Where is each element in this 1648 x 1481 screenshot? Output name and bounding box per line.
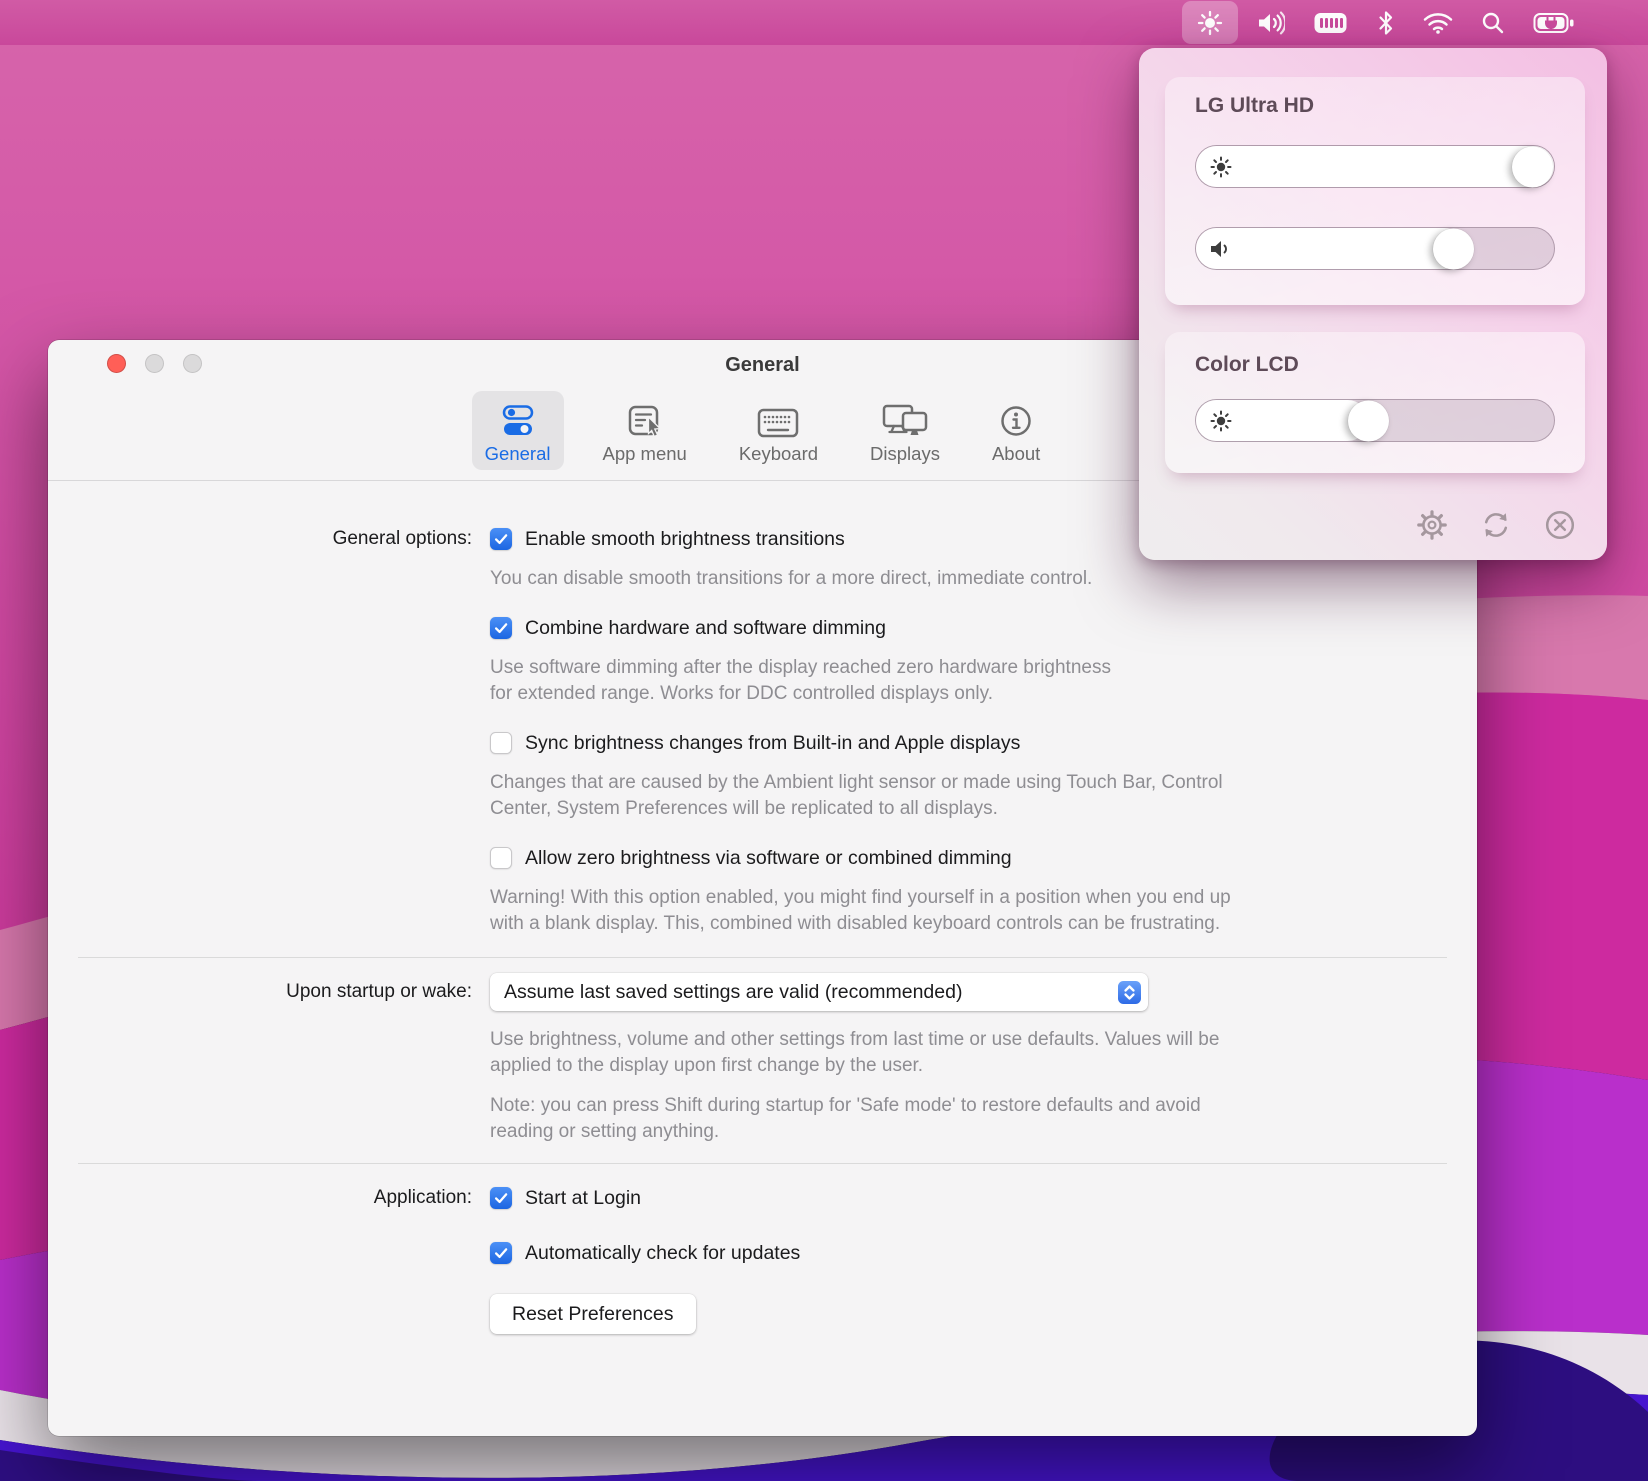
chevron-up-down-icon — [1118, 981, 1141, 1004]
volume-slider[interactable] — [1195, 227, 1555, 270]
brightness-icon — [1209, 155, 1233, 179]
menu-bar-status-items — [1182, 0, 1584, 45]
brightness-slider[interactable] — [1195, 145, 1555, 188]
menubar-spotlight-item[interactable] — [1472, 0, 1514, 45]
menubar-brightness-item[interactable] — [1182, 1, 1238, 44]
tab-label: Displays — [870, 443, 940, 465]
zoom-window-button[interactable] — [183, 354, 202, 373]
tab-displays[interactable]: Displays — [857, 391, 953, 470]
tab-label: Keyboard — [739, 443, 818, 465]
section-general-options: General options: Enable smooth brightnes… — [48, 527, 1477, 937]
section-startup: Upon startup or wake: Assume last saved … — [48, 973, 1477, 1145]
tab-label: About — [992, 443, 1040, 465]
display-card-color-lcd: Color LCD — [1165, 332, 1585, 473]
battery-charging-icon — [1533, 11, 1575, 35]
option-label: Sync brightness changes from Built-in an… — [525, 732, 1020, 755]
option-description: Changes that are caused by the Ambient l… — [490, 770, 1390, 822]
popover-actions — [1414, 507, 1578, 543]
tab-about[interactable]: About — [979, 391, 1053, 470]
checkbox-unchecked[interactable] — [490, 732, 512, 754]
display-gauge-icon — [1313, 11, 1349, 35]
slider-knob[interactable] — [1433, 228, 1474, 269]
traffic-lights — [107, 354, 202, 373]
option-label: Automatically check for updates — [525, 1242, 800, 1265]
section-divider — [78, 1163, 1447, 1164]
close-window-button[interactable] — [107, 354, 126, 373]
tab-general[interactable]: General — [472, 391, 564, 470]
info-icon — [999, 400, 1033, 438]
option-label: Start at Login — [525, 1187, 641, 1210]
wifi-icon — [1423, 12, 1453, 34]
option-label: Enable smooth brightness transitions — [525, 528, 845, 551]
settings-gear-icon[interactable] — [1414, 507, 1450, 543]
menubar-volume-item[interactable] — [1248, 0, 1294, 45]
checkbox-checked[interactable] — [490, 528, 512, 550]
startup-note: Note: you can press Shift during startup… — [490, 1093, 1390, 1145]
brightness-icon — [1209, 409, 1233, 433]
section-label: Application: — [48, 1186, 472, 1334]
section-label: Upon startup or wake: — [48, 973, 472, 1145]
menubar-wifi-item[interactable] — [1414, 0, 1462, 45]
selected-option: Assume last saved settings are valid (re… — [504, 981, 1118, 1004]
tab-app-menu[interactable]: App menu — [590, 391, 700, 470]
checkbox-checked[interactable] — [490, 617, 512, 639]
volume-icon — [1257, 11, 1285, 35]
checkbox-unchecked[interactable] — [490, 847, 512, 869]
option-label: Allow zero brightness via software or co… — [525, 847, 1012, 870]
slider-knob[interactable] — [1512, 146, 1553, 187]
option-combine-dimming: Combine hardware and software dimming Us… — [490, 616, 1390, 707]
option-start-at-login: Start at Login — [490, 1186, 1390, 1210]
slider-knob[interactable] — [1348, 400, 1389, 441]
display-name: LG Ultra HD — [1195, 91, 1555, 121]
option-auto-updates: Automatically check for updates — [490, 1241, 1390, 1265]
desktop: General General — [0, 0, 1648, 1481]
option-description: Warning! With this option enabled, you m… — [490, 885, 1390, 937]
window-content: General options: Enable smooth brightnes… — [48, 527, 1477, 1334]
option-label: Combine hardware and software dimming — [525, 617, 886, 640]
tab-label: General — [485, 443, 551, 465]
section-application: Application: Start at Login Automaticall… — [48, 1186, 1477, 1334]
close-icon[interactable] — [1542, 507, 1578, 543]
minimize-window-button[interactable] — [145, 354, 164, 373]
menubar-bluetooth-item[interactable] — [1368, 0, 1404, 45]
slider-fill — [1196, 228, 1465, 269]
option-description: Use software dimming after the display r… — [490, 655, 1390, 707]
tab-label: App menu — [603, 443, 687, 465]
menu-bar — [0, 0, 1648, 45]
refresh-icon[interactable] — [1478, 507, 1514, 543]
volume-icon — [1209, 239, 1233, 259]
checkbox-checked[interactable] — [490, 1187, 512, 1209]
startup-mode-select[interactable]: Assume last saved settings are valid (re… — [490, 973, 1148, 1011]
display-card-lg-ultra-hd: LG Ultra HD — [1165, 77, 1585, 305]
brightness-slider[interactable] — [1195, 399, 1555, 442]
section-divider — [78, 957, 1447, 958]
checkbox-checked[interactable] — [490, 1242, 512, 1264]
display-name: Color LCD — [1195, 350, 1555, 380]
slider-fill — [1196, 146, 1554, 187]
startup-description: Use brightness, volume and other setting… — [490, 1027, 1390, 1079]
menubar-battery-item[interactable] — [1524, 0, 1584, 45]
displays-popover: LG Ultra HD — [1139, 48, 1607, 560]
reset-preferences-button[interactable]: Reset Preferences — [490, 1294, 696, 1334]
option-sync-brightness: Sync brightness changes from Built-in an… — [490, 731, 1390, 822]
section-label: General options: — [48, 527, 472, 937]
tab-keyboard[interactable]: Keyboard — [726, 391, 831, 470]
app-menu-icon — [627, 400, 663, 438]
keyboard-icon — [757, 400, 799, 438]
brightness-icon — [1197, 10, 1223, 36]
bluetooth-icon — [1377, 10, 1395, 36]
option-description: You can disable smooth transitions for a… — [490, 566, 1390, 592]
option-zero-brightness: Allow zero brightness via software or co… — [490, 846, 1390, 937]
displays-icon — [882, 400, 928, 438]
menubar-display-gauge-item[interactable] — [1304, 0, 1358, 45]
search-icon — [1481, 11, 1505, 35]
toggles-icon — [501, 400, 535, 438]
